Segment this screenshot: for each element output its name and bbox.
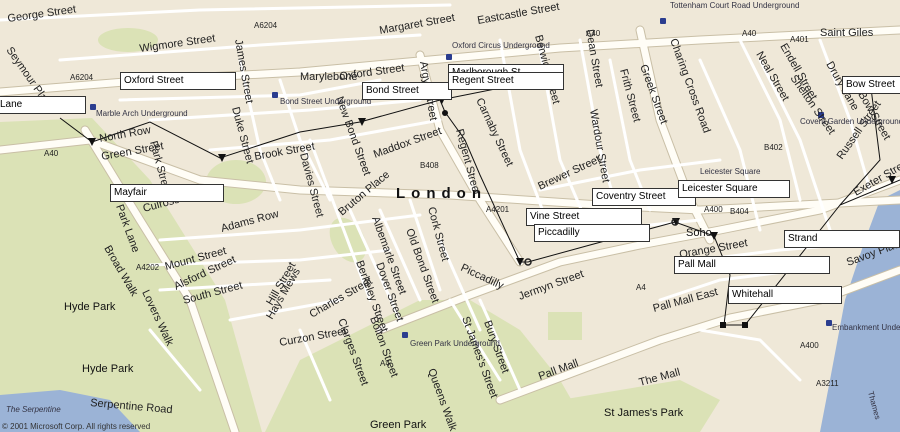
label-margaret-street: Margaret Street — [378, 12, 455, 37]
copyright-notice: © 2001 Microsoft Corp. All rights reserv… — [2, 422, 151, 431]
label-soho: Soho — [686, 227, 712, 239]
label-embankment-ug: Embankment Underground — [832, 323, 900, 332]
label-london: London — [396, 185, 487, 202]
callout-whitehall[interactable]: Whitehall — [728, 286, 842, 304]
label-oxford-circus-ug: Oxford Circus Underground — [452, 41, 550, 50]
label-saint-giles: Saint Giles — [820, 27, 874, 39]
label-north-row: North Row — [98, 124, 151, 145]
callout-strand[interactable]: Strand — [784, 230, 900, 248]
callout-mayfair[interactable]: Mayfair — [110, 184, 224, 202]
underground-icon — [272, 92, 278, 98]
thames-water — [820, 190, 900, 432]
callout-lane[interactable]: Lane — [0, 96, 86, 114]
road-a6204-1: A6204 — [254, 21, 278, 30]
label-tottenham-court-road-ug: Tottenham Court Road Underground — [670, 1, 799, 10]
road-b408: B408 — [420, 161, 439, 170]
road-a400-1: A400 — [704, 205, 723, 214]
label-hyde-park-1: Hyde Park — [64, 301, 116, 313]
label-eastcastle-street: Eastcastle Street — [476, 1, 560, 27]
road-a40-2: A40 — [586, 29, 601, 38]
callout-piccadilly[interactable]: Piccadilly — [534, 224, 650, 242]
underground-icon — [446, 54, 452, 60]
road-a4202: A4202 — [136, 263, 160, 272]
road-a4-2: A4 — [636, 283, 646, 292]
road-a40-3: A40 — [742, 29, 757, 38]
label-green-park: Green Park — [370, 419, 427, 431]
label-st-jamess-park: St James's Park — [604, 407, 684, 419]
callout-pall-mall[interactable]: Pall Mall — [674, 256, 830, 274]
underground-icon — [660, 18, 666, 24]
garden-square-area — [548, 312, 582, 340]
label-the-serpentine: The Serpentine — [6, 405, 61, 414]
label-george-street: George Street — [7, 3, 77, 24]
label-leicester-square-ug: Leicester Square — [700, 167, 761, 176]
road-a40-1: A40 — [44, 149, 59, 158]
map-canvas[interactable]: George Street Seymour Place Wigmore Stre… — [0, 0, 900, 432]
callout-bond-street[interactable]: Bond Street — [362, 82, 452, 100]
label-marble-arch-ug: Marble Arch Underground — [96, 109, 188, 118]
road-a400-2: A400 — [800, 341, 819, 350]
road-a6204-2: A6204 — [70, 73, 94, 82]
label-carnaby-street: Carnaby Street — [473, 96, 515, 168]
label-wardour-street: Wardour Street — [587, 108, 612, 183]
label-green-park-ug: Green Park Underground — [410, 339, 500, 348]
road-a3211: A3211 — [816, 379, 839, 388]
label-hyde-park-2: Hyde Park — [82, 363, 134, 375]
road-b402: B402 — [764, 143, 783, 152]
road-b404: B404 — [730, 207, 749, 216]
label-charing-cross-road: Charing Cross Road — [667, 37, 712, 135]
callout-bow-street[interactable]: Bow Street — [842, 76, 900, 94]
label-bond-street-ug: Bond Street Underground — [280, 97, 371, 106]
road-a401: A401 — [790, 35, 809, 44]
callout-leicester-square[interactable]: Leicester Square — [678, 180, 790, 198]
underground-icon — [402, 332, 408, 338]
label-brewer-street: Brewer Street — [536, 153, 602, 192]
callout-oxford-street[interactable]: Oxford Street — [120, 72, 236, 90]
road-a4-1: A4 — [380, 359, 390, 368]
road-a4201: A4201 — [486, 205, 510, 214]
callout-regent-street[interactable]: Regent Street — [448, 72, 564, 90]
